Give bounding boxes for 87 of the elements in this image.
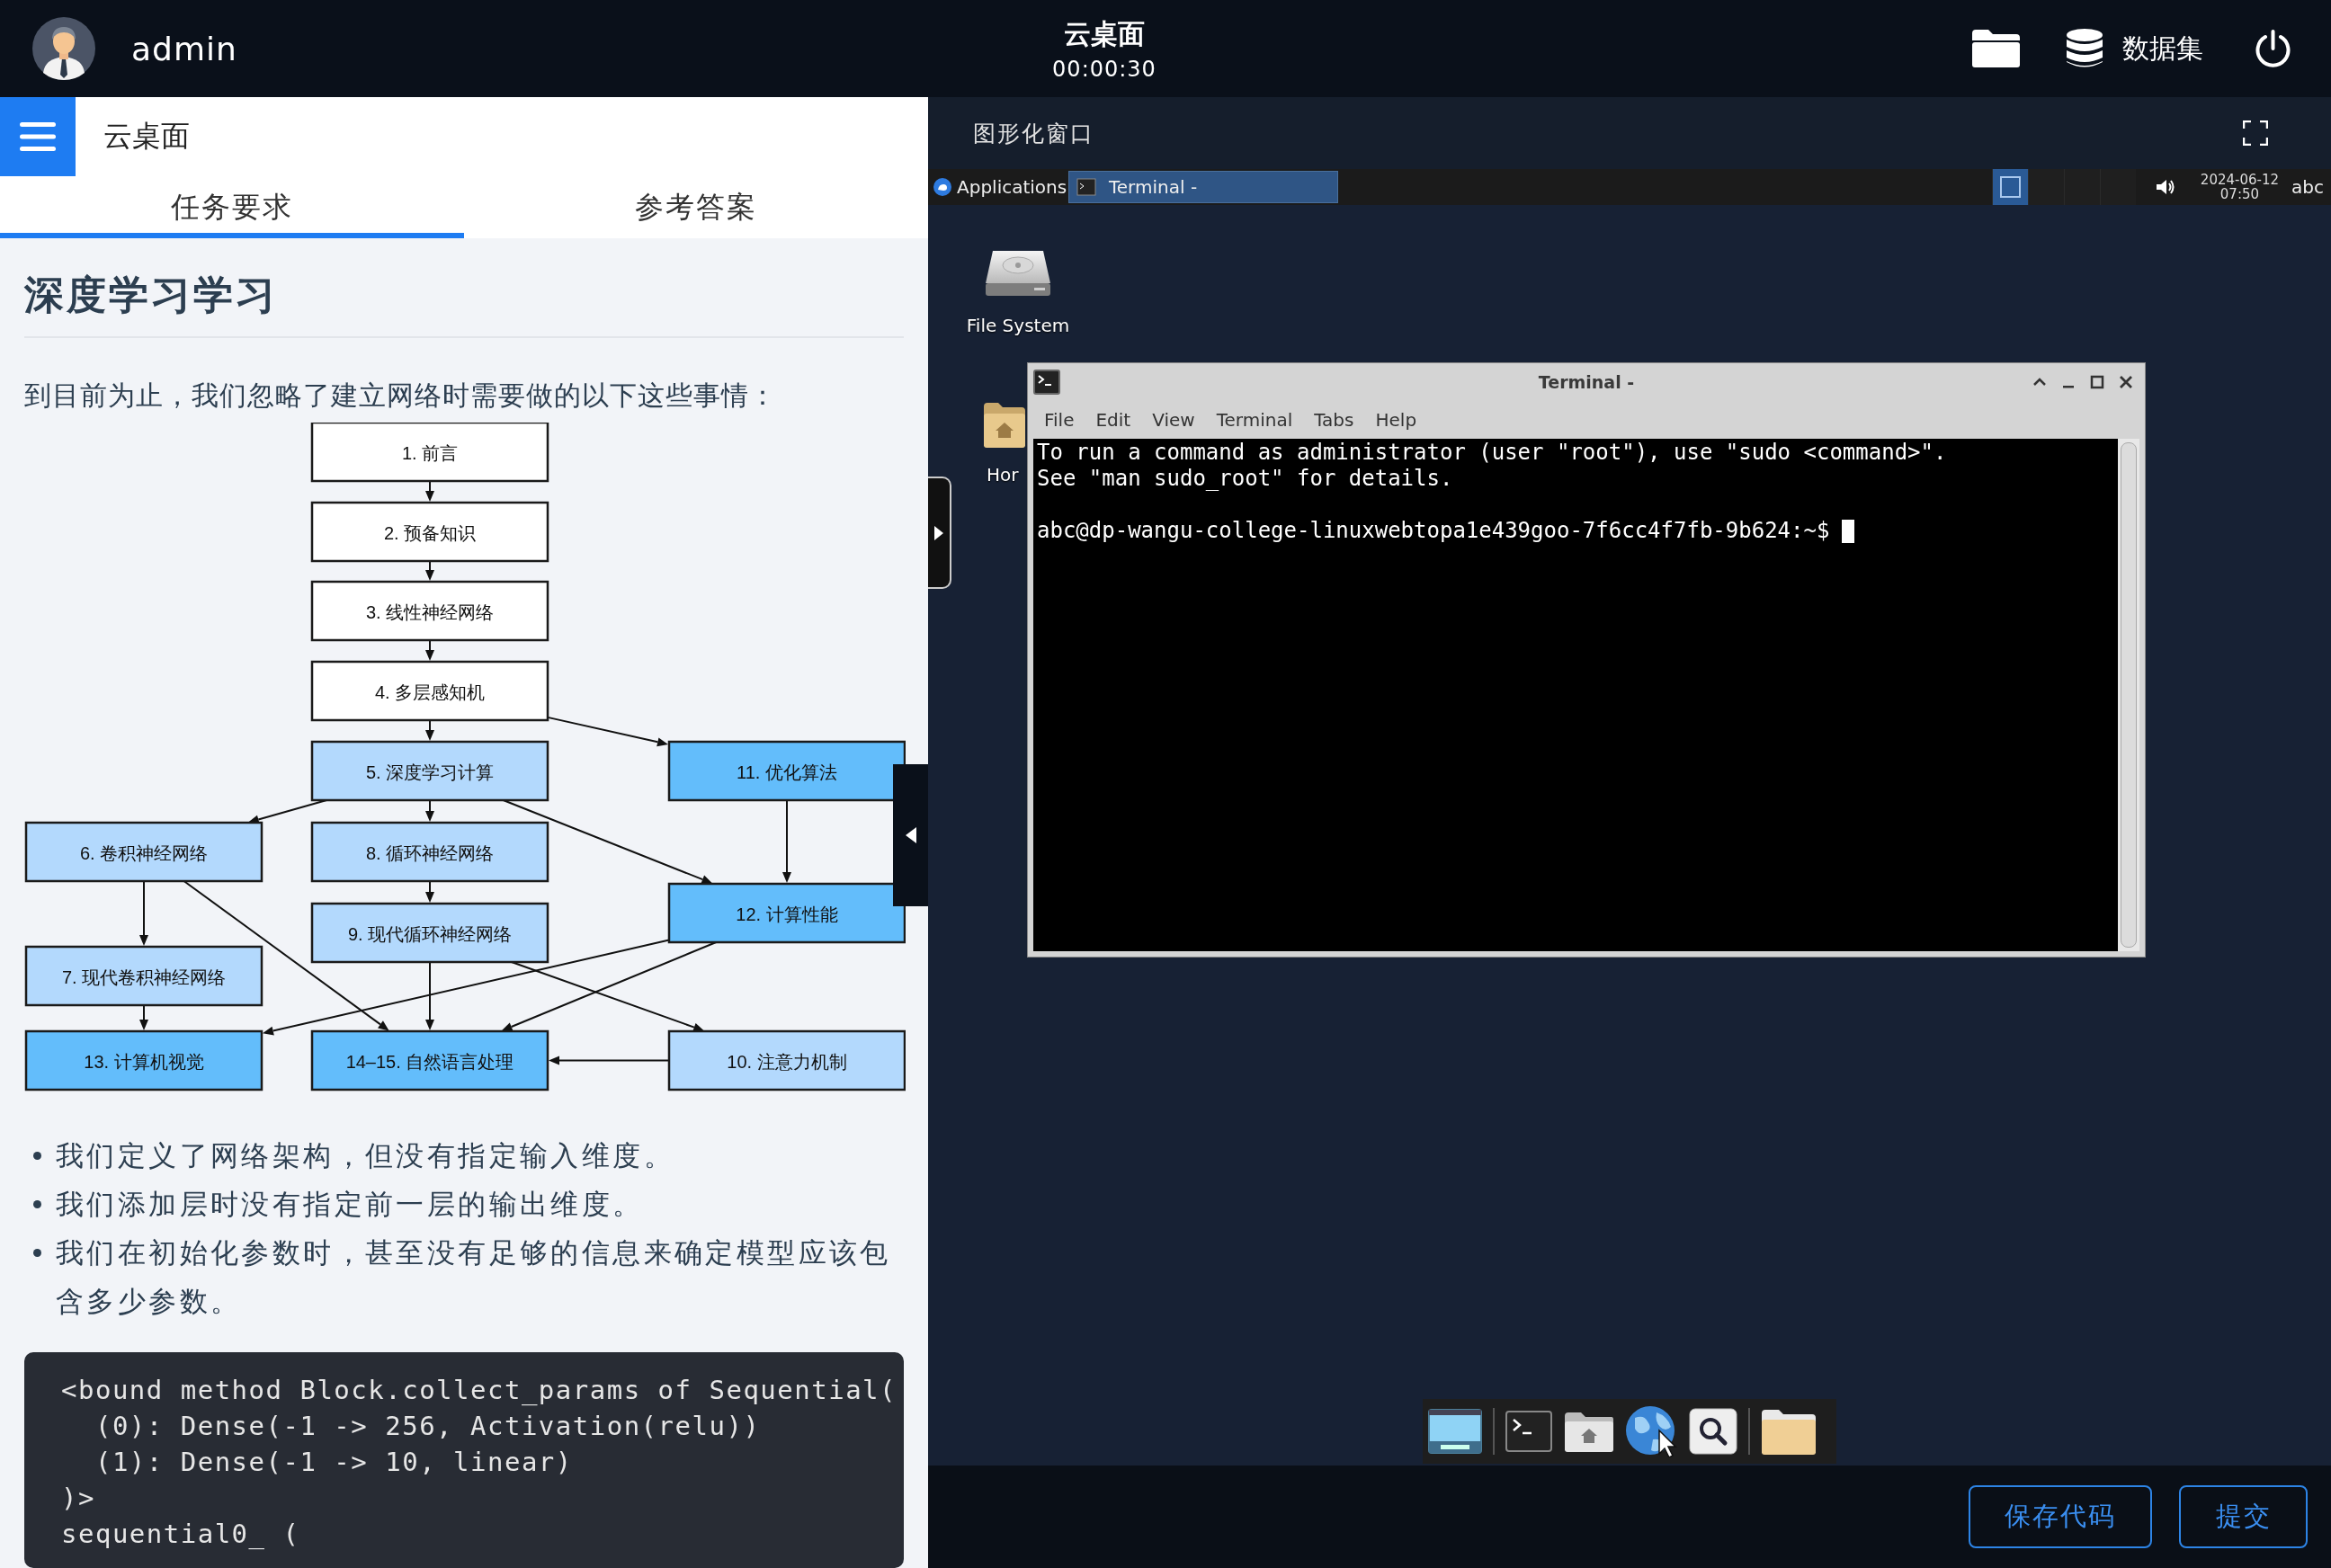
list-item: 我们定义了网络架构，但没有指定输入维度。 [56,1138,674,1173]
menu-item[interactable]: Tabs [1305,405,1363,434]
connector-arrow [425,719,434,741]
avatar-icon [32,17,95,80]
bullet-icon [33,1249,41,1257]
diagram-node: 10. 注意力机制 [667,1029,906,1091]
desktop-title: 云桌面 [1064,16,1145,51]
diagram-node: 5. 深度学习计算 [310,740,549,802]
mouse-logo-icon [933,178,951,196]
folder-button[interactable] [1972,30,2020,67]
tab[interactable]: 参考答案 [464,176,928,238]
code-line: )> [61,1482,95,1515]
list-item: 我们添加层时没有指定前一层的输出维度。 [56,1187,644,1222]
keyboard-layout: abc [2291,176,2324,198]
text-cursor [1842,519,1855,543]
code-line: (0): Dense(-1 -> 256, Activation(relu)) [94,1410,761,1443]
paragraph: 到目前为止，我们忽略了建立网络时需要做的以下这些事情： [24,379,778,413]
fullscreen-button[interactable] [2243,120,2268,146]
dataset-button[interactable]: 数据集 [2067,29,2203,68]
terminal-icon [1033,370,1060,395]
folder-icon[interactable] [1761,1408,1817,1455]
clock-time: 07:50 [2219,187,2260,201]
connector-arrow [139,1004,148,1030]
bullet-icon [33,1152,41,1160]
connector-arrow [425,480,434,502]
diagram-node: 2. 预备知识 [310,501,549,563]
diagram-node: 4. 多层感知机 [310,660,549,722]
diagram-node: 9. 现代循环神经网络 [310,902,549,964]
diagram-node: 13. 计算机视觉 [24,1029,263,1091]
diagram-node: 6. 卷积神经网络 [24,821,263,883]
desktop-icon-label[interactable]: Hor [987,464,1019,486]
taskbar-button[interactable]: Terminal - [1068,171,1338,203]
desktop-icon[interactable] [1428,1409,1482,1454]
terminal-icon [1076,178,1096,196]
code-line: (1): Dense(-1 -> 10, linear) [94,1446,573,1479]
speaker-icon[interactable] [2155,178,2175,196]
terminal-prompt: abc@dp-wangu-college-linuxwebtopa1e439goo-7f6cc4f7fb-9b624:~$ [1037,518,1830,544]
save-code-button[interactable]: 保存代码 [1969,1485,2152,1548]
drawer-handle[interactable] [928,477,951,589]
desktop-icon-label[interactable]: File System [966,315,1070,336]
caret-icon [934,525,943,540]
diagram-node: 3. 线性神经网络 [310,580,549,642]
list-item: 我们在初始化参数时，甚至没有足够的信息来确定模型应该包含多少参数。 [56,1235,892,1319]
menu-item[interactable]: File [1035,405,1084,434]
menu-item[interactable]: View [1143,405,1204,434]
home-folder-icon[interactable] [984,401,1025,448]
connector-arrow [425,799,434,822]
menu-button[interactable] [0,97,76,176]
submit-button[interactable]: 提交 [2179,1485,2308,1548]
menu-item[interactable]: Terminal [1207,405,1302,434]
diagram-node: 12. 计算性能 [667,882,906,944]
window-title: Terminal - [1538,372,1635,392]
menu-icon [20,122,56,151]
bullet-icon [33,1200,41,1208]
section-heading: 深度学习学习 [24,238,904,338]
panel-title: 图形化窗口 [973,119,1094,148]
applications-menu[interactable]: Applications [933,176,1068,198]
diagram-node: 7. 现代卷积神经网络 [24,945,263,1007]
menu-item[interactable]: Help [1366,405,1426,434]
diagram-node: 8. 循环神经网络 [310,821,549,883]
terminal-output: To run a command as administrator (user "root"), use "sudo <command>". [1037,440,1947,466]
tab[interactable]: 任务要求 [0,176,464,238]
panel-title: 云桌面 [103,118,190,155]
home-folder-icon[interactable] [1563,1411,1615,1452]
fullscreen-icon [2243,120,2268,146]
session-timer: 00:00:30 [1052,56,1157,82]
scrollbar[interactable] [2118,439,2139,951]
globe-icon[interactable] [1626,1405,1678,1457]
user-name: admin [131,30,237,67]
workspace-button[interactable] [1991,169,2028,205]
diagram-node: 11. 优化算法 [667,740,906,802]
search-icon[interactable] [1689,1408,1737,1455]
menu-item[interactable]: Edit [1086,405,1140,434]
code-line: sequential0_ ( [61,1518,300,1551]
diagram-node: 14–15. 自然语言处理 [310,1029,549,1091]
diagram-node: 1. 前言 [310,423,549,483]
terminal-icon[interactable] [1505,1411,1552,1452]
connector-arrow [425,560,434,581]
clock-date: 2024-06-12 [2200,173,2280,187]
folder-icon [1972,30,2020,67]
connector-arrow [425,639,434,661]
collapse-handle[interactable] [893,764,928,906]
caret-icon [905,827,916,843]
terminal-output: See "man sudo_root" for details. [1037,466,1453,492]
code-line: <bound method Block.collect_params of Sequential( [61,1374,897,1407]
connector-arrow [425,880,434,903]
database-icon [2067,29,2103,68]
